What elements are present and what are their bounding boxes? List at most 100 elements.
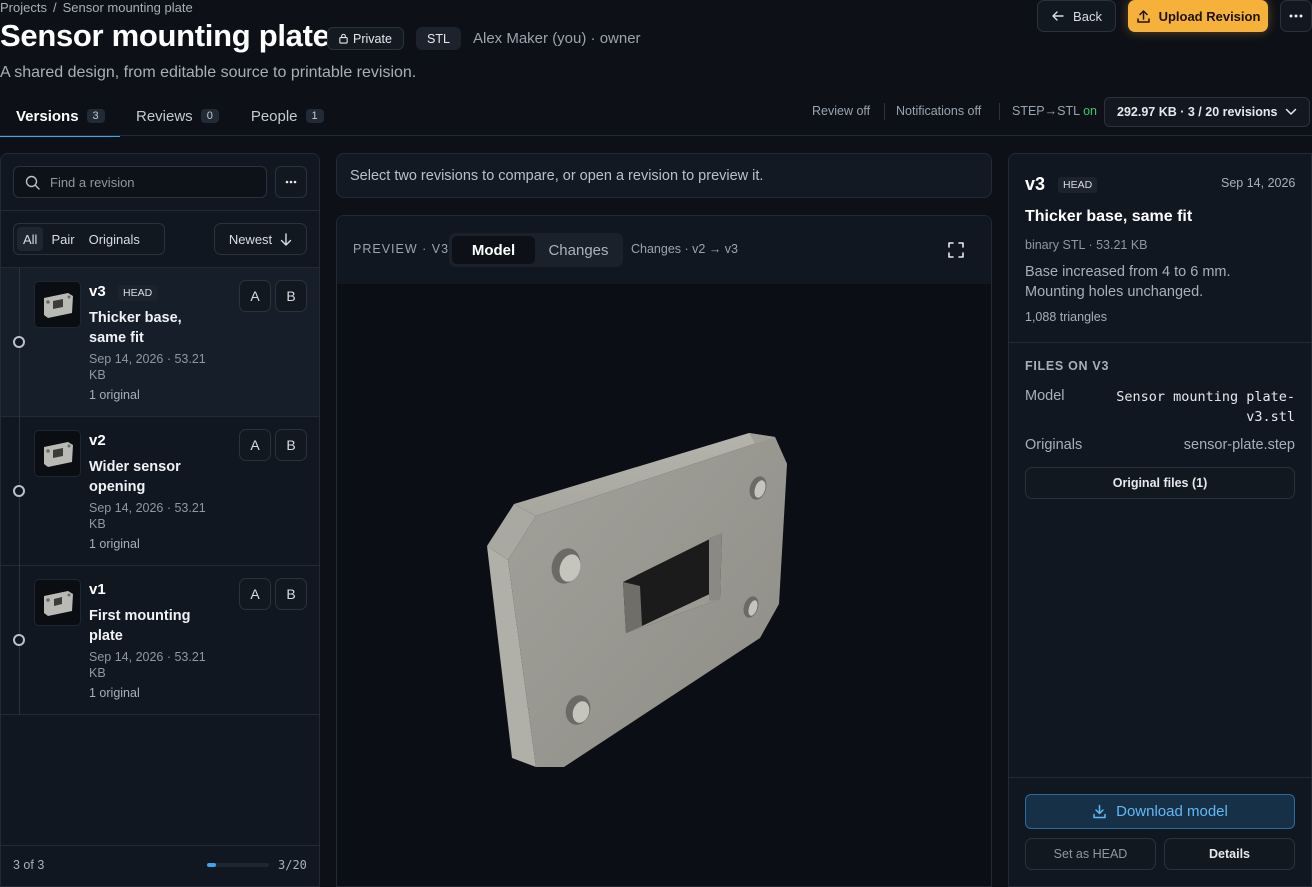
revision-originals: 1 original [89,388,140,402]
visibility-badge[interactable]: Private [327,27,404,50]
select-a-button[interactable]: A [239,280,271,312]
more-horizontal-icon [1289,14,1303,18]
upload-icon [1136,9,1150,23]
original-files-button[interactable]: Original files (1) [1025,467,1295,499]
revision-count: 3 of 3 [13,858,45,872]
divider [1,416,319,417]
plate-thumbnail-icon [43,292,73,318]
back-button[interactable]: Back [1037,0,1116,32]
divider [1,845,319,846]
breadcrumb-projects-link[interactable]: Projects [0,0,47,15]
details-description: Base increased from 4 to 6 mm. Mounting … [1025,264,1231,300]
select-a-button[interactable]: A [239,429,271,461]
model-file-key: Model [1025,388,1065,404]
set-head-button[interactable]: Set as HEAD [1025,838,1156,870]
timeline-dot[interactable] [13,485,25,497]
revision-meta: Sep 14, 2026 · 53.21 KB [89,501,206,531]
lock-icon [339,33,348,44]
download-icon [1093,804,1106,819]
download-model-button[interactable]: Download model [1025,794,1295,829]
tab-versions-label: Versions [16,107,79,125]
revision-originals: 1 original [89,537,140,551]
divider [1,210,319,211]
tab-versions-count: 3 [86,109,105,123]
timeline-dot[interactable] [13,634,25,646]
fullscreen-button[interactable] [947,241,965,259]
select-a-button[interactable]: A [239,578,271,610]
divider [1,565,319,566]
files-heading: FILES ON V3 [1025,359,1110,373]
revision-filter: All Pair Originals [13,223,165,255]
storage-dropdown[interactable]: 292.97 KB · 3 / 20 revisions [1104,97,1310,127]
view-mode-model[interactable]: Model [452,236,535,264]
breadcrumb-separator: / [52,0,57,15]
tab-bar: Versions 3 Reviews 0 People 1 [0,96,340,137]
conversion-label: STEP→STL [1012,104,1080,118]
revision-thumbnail [34,281,81,328]
upload-label: Upload Revision [1158,8,1261,24]
revision-thumbnail [34,430,81,477]
filter-originals[interactable]: Originals [83,227,146,251]
tab-reviews-label: Reviews [136,107,193,125]
search-icon [25,175,40,190]
select-b-button[interactable]: B [275,280,307,312]
tab-reviews-count: 0 [200,109,219,123]
details-title: Thicker base, same fit [1025,208,1193,225]
divider [1009,342,1312,343]
review-status[interactable]: Review off [812,104,870,118]
storage-label: 292.97 KB · 3 / 20 revisions [1117,105,1278,119]
revision-thumbnail [34,579,81,626]
sort-button[interactable]: Newest [214,223,307,255]
status-divider [999,103,1000,120]
arrow-left-icon [1052,11,1064,21]
list-options-button[interactable] [275,166,307,198]
search-placeholder: Find a revision [50,174,135,190]
view-mode-toggle: Model Changes [449,233,623,267]
back-label: Back [1073,8,1102,24]
format-badge: STL [416,27,461,50]
revision-title: Thicker base, same fit [89,310,182,346]
chevron-down-icon [1285,108,1297,115]
conversion-status[interactable]: STEP→STL on [1012,104,1097,118]
tab-reviews[interactable]: Reviews 0 [120,96,235,136]
divider [1,714,319,715]
page-title: Sensor mounting plate [0,18,330,53]
divider [1009,777,1312,778]
status-divider [884,103,885,120]
model-file-value[interactable]: Sensor mounting plate-v3.stl [1095,387,1295,427]
changes-label: Changes · v2 → v3 [631,242,738,256]
download-label: Download model [1116,803,1228,820]
plate-3d-model [487,433,787,767]
revision-originals: 1 original [89,686,140,700]
model-viewer[interactable] [336,215,992,887]
page-subtitle: A shared design, from editable source to… [0,64,417,81]
revision-meta: Sep 14, 2026 · 53.21 KB [89,352,206,382]
tab-people[interactable]: People 1 [235,96,340,136]
select-b-button[interactable]: B [275,429,307,461]
revision-name: v2 [89,432,106,449]
quota-bar [207,863,269,867]
details-button[interactable]: Details [1164,838,1295,870]
timeline-dot[interactable] [13,336,25,348]
tab-people-count: 1 [305,109,324,123]
plate-thumbnail-icon [43,590,73,616]
details-date: Sep 14, 2026 [1221,176,1296,190]
view-mode-changes[interactable]: Changes [537,236,620,264]
filter-pair[interactable]: Pair [45,227,80,251]
revision-name: v3 [89,283,106,300]
details-triangles: 1,088 triangles [1025,310,1108,324]
select-b-button[interactable]: B [275,578,307,610]
originals-value[interactable]: sensor-plate.step [1095,437,1295,453]
more-options-button[interactable] [1280,0,1312,32]
tab-people-label: People [250,107,298,125]
revision-search-input[interactable]: Find a revision [13,166,267,198]
tab-versions[interactable]: Versions 3 [0,96,120,137]
details-meta: binary STL · 53.21 KB [1025,238,1148,252]
upload-revision-button[interactable]: Upload Revision [1128,0,1268,32]
sort-label: Newest [228,231,273,247]
quota-bar-fill [207,863,217,867]
arrow-down-icon [280,232,292,246]
more-horizontal-icon [285,180,297,184]
filter-all[interactable]: All [17,227,44,251]
notifications-status[interactable]: Notifications off [896,104,981,118]
